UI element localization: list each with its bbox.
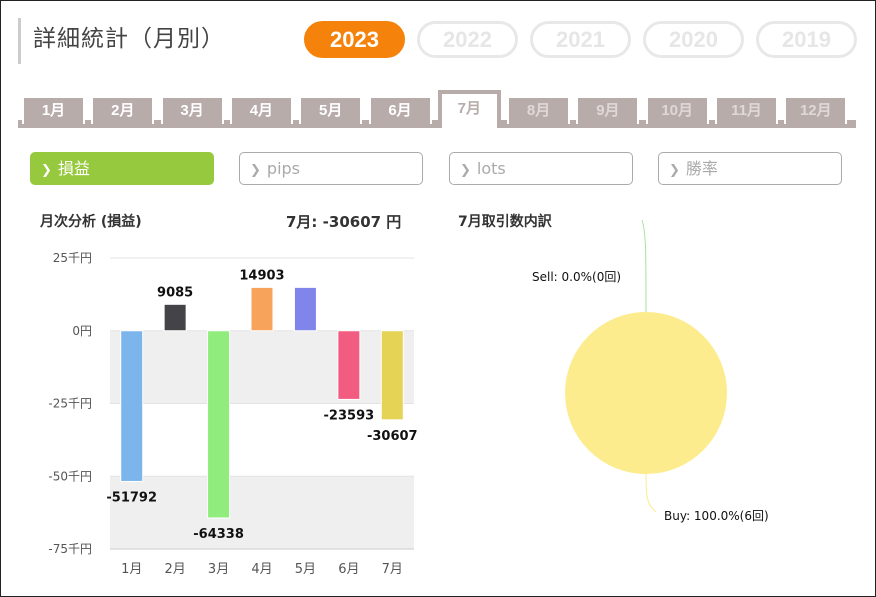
data-label: -23593 (324, 408, 375, 423)
data-label: -30607 (367, 429, 418, 444)
x-tick-label: 2月 (165, 562, 186, 577)
x-tick-label: 7月 (382, 562, 403, 577)
data-label: 9085 (157, 285, 193, 300)
plot-band (110, 476, 414, 549)
x-tick-label: 1月 (121, 562, 142, 577)
pie-connector (641, 219, 647, 313)
data-label: -51792 (106, 490, 157, 505)
bar (380, 330, 404, 421)
y-tick-label: -25千円 (48, 397, 92, 411)
bar (293, 286, 317, 332)
x-tick-label: 3月 (208, 562, 229, 577)
pie-connector (645, 473, 657, 513)
data-label: 14903 (239, 268, 284, 283)
x-tick-label: 5月 (295, 562, 316, 577)
bar (337, 330, 361, 400)
x-tick-label: 6月 (338, 562, 359, 577)
bar (120, 330, 144, 482)
plot-band (110, 330, 414, 404)
data-label: -64338 (193, 527, 244, 542)
x-tick-label: 4月 (251, 562, 272, 577)
y-tick-label: 25千円 (53, 251, 92, 265)
pie-label-buy: Buy: 100.0%(6回) (664, 509, 769, 523)
y-tick-label: -50千円 (48, 469, 92, 483)
bar (163, 303, 187, 332)
bar (207, 330, 231, 519)
bar (250, 286, 274, 332)
y-tick-label: -75千円 (48, 542, 92, 556)
pie-slice (565, 312, 727, 474)
pie-label-sell: Sell: 0.0%(0回) (532, 270, 621, 284)
charts: 25千円 0円 -25千円 -50千円 -75千円 1月 -51792 2月 9085 3月 -64… (48, 219, 769, 577)
y-tick-label: 0円 (72, 324, 92, 338)
